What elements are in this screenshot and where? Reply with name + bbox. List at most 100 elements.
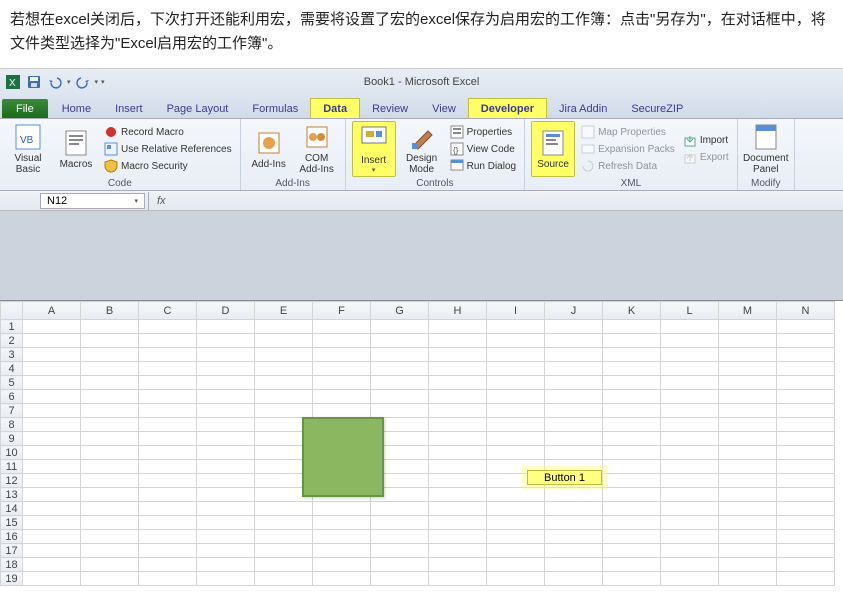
title-bar: X ▾ ▾ ▾ Book1 - Microsoft Excel bbox=[0, 69, 843, 95]
group-xml: Source Map Properties Expansion Packs Re… bbox=[525, 119, 738, 190]
group-addins: Add-Ins COM Add-Ins Add-Ins bbox=[241, 119, 346, 190]
redo-icon[interactable] bbox=[74, 73, 92, 91]
row-header[interactable]: 17 bbox=[1, 544, 23, 558]
name-box[interactable]: N12 ▾ bbox=[40, 193, 145, 209]
chevron-down-icon: ▾ bbox=[372, 166, 376, 174]
formula-input[interactable] bbox=[174, 192, 843, 210]
row-header[interactable]: 16 bbox=[1, 530, 23, 544]
document-panel-button[interactable]: Document Panel bbox=[744, 121, 788, 177]
visual-basic-label: Visual Basic bbox=[14, 153, 41, 175]
fx-icon[interactable]: fx bbox=[149, 195, 174, 207]
col-header[interactable]: H bbox=[429, 302, 487, 320]
svg-text:{}: {} bbox=[453, 146, 459, 155]
map-properties-button[interactable]: Map Properties bbox=[579, 124, 677, 140]
row-header[interactable]: 11 bbox=[1, 460, 23, 474]
col-header[interactable]: M bbox=[719, 302, 777, 320]
row-header[interactable]: 19 bbox=[1, 572, 23, 586]
macros-label: Macros bbox=[60, 159, 93, 170]
group-code-label: Code bbox=[6, 177, 234, 189]
group-modify: Document Panel Modify bbox=[738, 119, 795, 190]
col-header[interactable]: I bbox=[487, 302, 545, 320]
row-header[interactable]: 8 bbox=[1, 418, 23, 432]
tab-developer[interactable]: Developer bbox=[468, 98, 547, 118]
workbook-background bbox=[0, 211, 843, 301]
expansion-packs-button[interactable]: Expansion Packs bbox=[579, 141, 677, 157]
col-header[interactable]: B bbox=[81, 302, 139, 320]
formula-bar-row: N12 ▾ fx bbox=[0, 191, 843, 211]
col-header[interactable]: N bbox=[777, 302, 835, 320]
save-icon[interactable] bbox=[25, 73, 43, 91]
com-addins-button[interactable]: COM Add-Ins bbox=[295, 121, 339, 177]
form-button-1[interactable]: Button 1 bbox=[527, 470, 602, 485]
tab-data[interactable]: Data bbox=[310, 98, 360, 118]
instruction-text: 若想在excel关闭后，下次打开还能利用宏，需要将设置了宏的excel保存为启用… bbox=[0, 0, 843, 68]
row-header[interactable]: 3 bbox=[1, 348, 23, 362]
excel-window: X ▾ ▾ ▾ Book1 - Microsoft Excel File Hom… bbox=[0, 68, 843, 586]
svg-text:X: X bbox=[9, 78, 16, 89]
green-rectangle-shape[interactable] bbox=[302, 417, 384, 497]
select-all-corner[interactable] bbox=[1, 302, 23, 320]
row-header[interactable]: 18 bbox=[1, 558, 23, 572]
macros-button[interactable]: Macros bbox=[54, 121, 98, 177]
row-header[interactable]: 13 bbox=[1, 488, 23, 502]
row-header[interactable]: 5 bbox=[1, 376, 23, 390]
col-header[interactable]: K bbox=[603, 302, 661, 320]
tab-jira-addin[interactable]: Jira Addin bbox=[547, 99, 619, 118]
tab-review[interactable]: Review bbox=[360, 99, 420, 118]
col-header[interactable]: G bbox=[371, 302, 429, 320]
refresh-data-button[interactable]: Refresh Data bbox=[579, 158, 677, 174]
tab-securezip[interactable]: SecureZIP bbox=[619, 99, 695, 118]
visual-basic-button[interactable]: VB Visual Basic bbox=[6, 121, 50, 177]
file-tab[interactable]: File bbox=[2, 99, 48, 118]
col-header[interactable]: F bbox=[313, 302, 371, 320]
tab-page-layout[interactable]: Page Layout bbox=[155, 99, 241, 118]
col-header[interactable]: D bbox=[197, 302, 255, 320]
record-macro-button[interactable]: Record Macro bbox=[102, 124, 234, 140]
ribbon-tabs: File Home Insert Page Layout Formulas Da… bbox=[0, 95, 843, 119]
redo-dropdown-icon[interactable]: ▾ bbox=[95, 78, 99, 86]
col-header[interactable]: C bbox=[139, 302, 197, 320]
macro-security-button[interactable]: Macro Security bbox=[102, 158, 234, 174]
design-mode-button[interactable]: Design Mode bbox=[400, 121, 444, 177]
row-header[interactable]: 10 bbox=[1, 446, 23, 460]
ribbon: VB Visual Basic Macros Record Macro Use … bbox=[0, 119, 843, 191]
source-button[interactable]: Source bbox=[531, 121, 575, 177]
col-header[interactable]: A bbox=[23, 302, 81, 320]
row-header[interactable]: 1 bbox=[1, 320, 23, 334]
tab-view[interactable]: View bbox=[420, 99, 468, 118]
row-header[interactable]: 9 bbox=[1, 432, 23, 446]
tab-home[interactable]: Home bbox=[50, 99, 103, 118]
qat-customize-icon[interactable]: ▾ bbox=[101, 78, 105, 86]
window-title: Book1 - Microsoft Excel bbox=[364, 76, 480, 88]
quick-access-toolbar: X ▾ ▾ ▾ bbox=[4, 73, 105, 91]
import-button[interactable]: Import bbox=[681, 133, 731, 149]
row-header[interactable]: 2 bbox=[1, 334, 23, 348]
col-header[interactable]: J bbox=[545, 302, 603, 320]
svg-text:VB: VB bbox=[20, 135, 34, 146]
row-header[interactable]: 7 bbox=[1, 404, 23, 418]
row-header[interactable]: 12 bbox=[1, 474, 23, 488]
grid[interactable]: A B C D E F G H I J K L M N 1 2 3 4 5 6 bbox=[0, 301, 835, 586]
row-header[interactable]: 6 bbox=[1, 390, 23, 404]
group-code: VB Visual Basic Macros Record Macro Use … bbox=[0, 119, 241, 190]
row-header[interactable]: 15 bbox=[1, 516, 23, 530]
run-dialog-button[interactable]: Run Dialog bbox=[448, 158, 518, 174]
relative-refs-button[interactable]: Use Relative References bbox=[102, 141, 234, 157]
group-controls: Insert ▾ Design Mode Properties {} View … bbox=[346, 119, 525, 190]
col-header[interactable]: E bbox=[255, 302, 313, 320]
undo-icon[interactable] bbox=[46, 73, 64, 91]
export-button[interactable]: Export bbox=[681, 150, 731, 166]
tab-formulas[interactable]: Formulas bbox=[240, 99, 310, 118]
insert-control-button[interactable]: Insert ▾ bbox=[352, 121, 396, 177]
tab-insert[interactable]: Insert bbox=[103, 99, 155, 118]
properties-button[interactable]: Properties bbox=[448, 124, 518, 140]
col-header[interactable]: L bbox=[661, 302, 719, 320]
excel-icon: X bbox=[4, 73, 22, 91]
view-code-button[interactable]: {} View Code bbox=[448, 141, 518, 157]
undo-dropdown-icon[interactable]: ▾ bbox=[67, 78, 71, 86]
row-header[interactable]: 4 bbox=[1, 362, 23, 376]
addins-button[interactable]: Add-Ins bbox=[247, 121, 291, 177]
worksheet-area[interactable]: A B C D E F G H I J K L M N 1 2 3 4 5 6 bbox=[0, 301, 843, 586]
chevron-down-icon[interactable]: ▾ bbox=[134, 197, 138, 205]
row-header[interactable]: 14 bbox=[1, 502, 23, 516]
